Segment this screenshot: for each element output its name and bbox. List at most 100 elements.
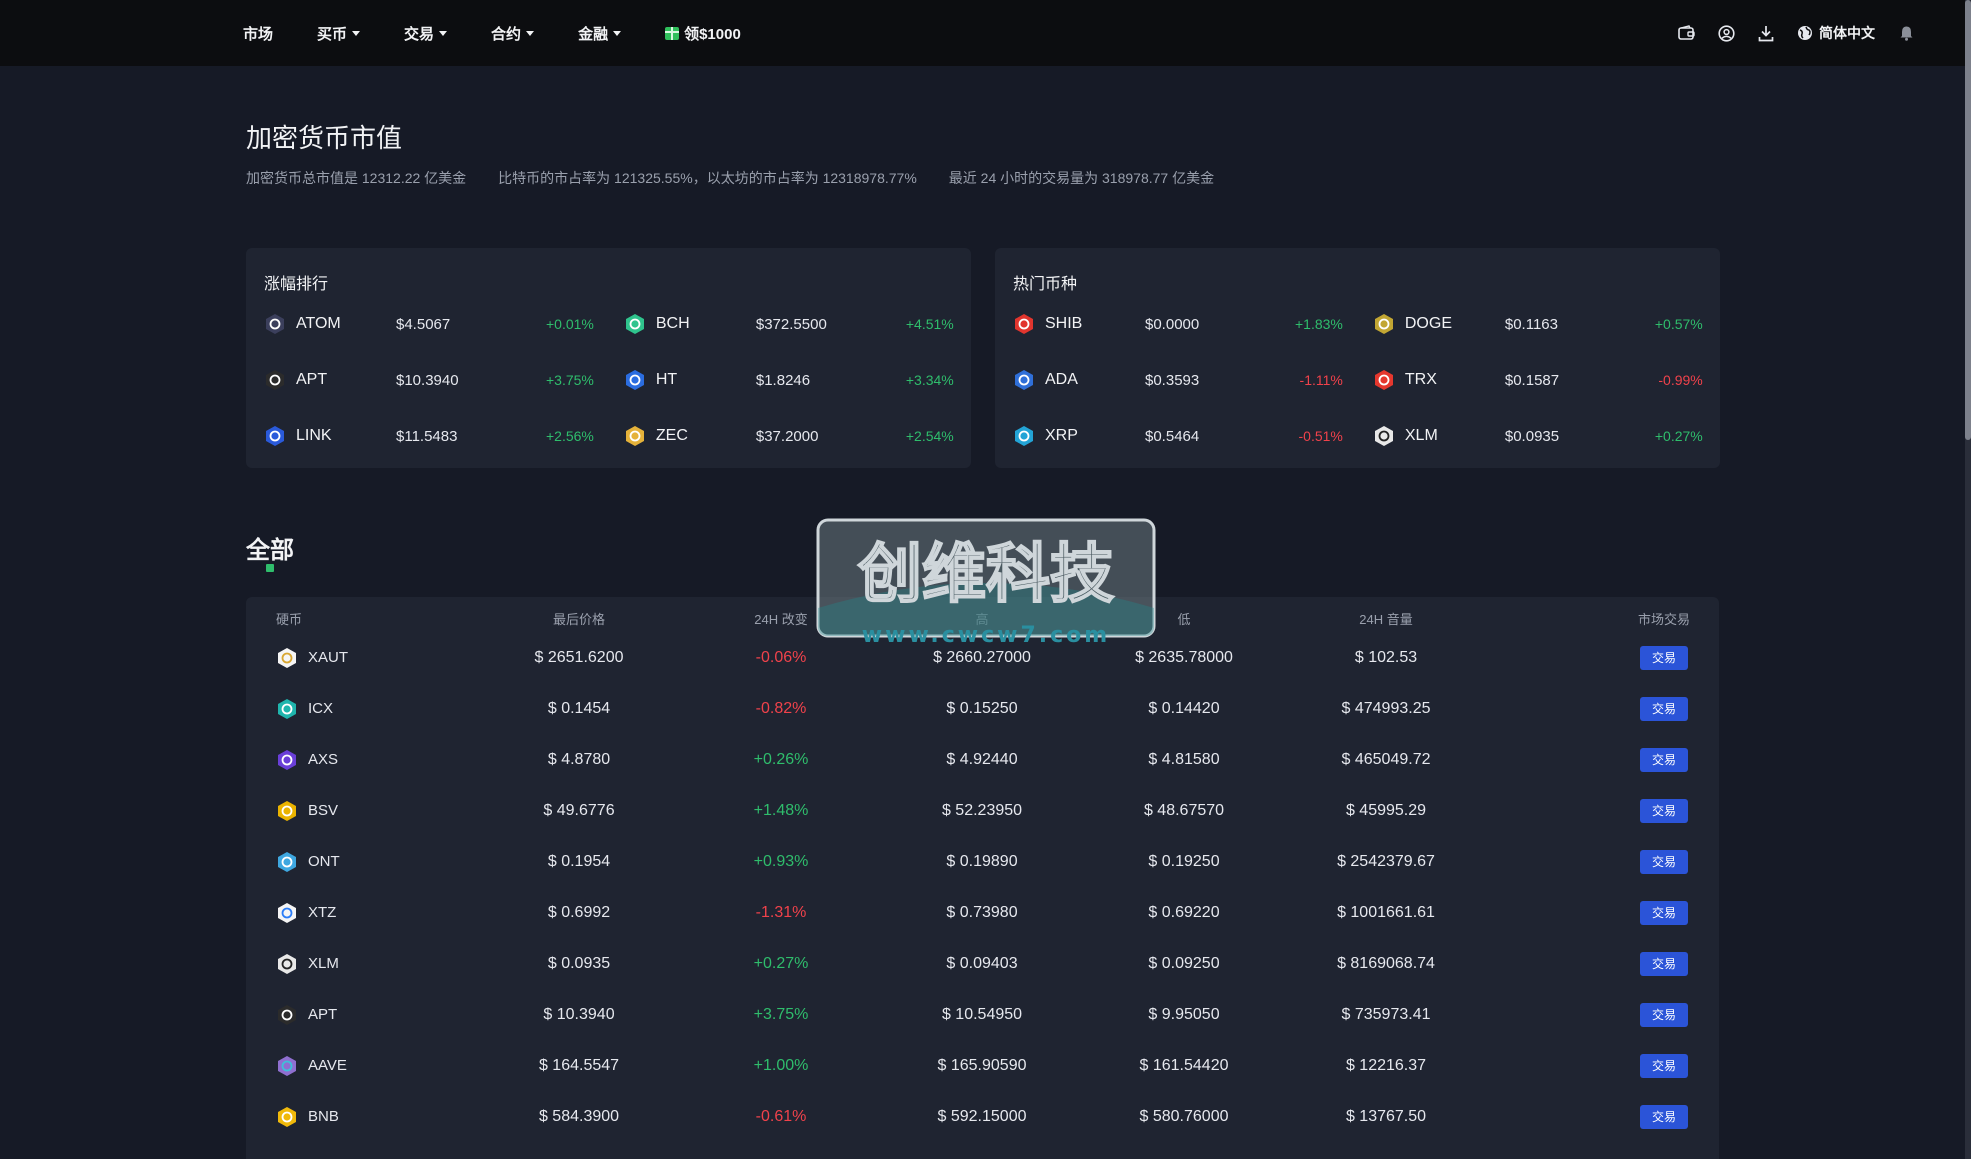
table-row[interactable]: XTZ $ 0.6992 -1.31% $ 0.73980 $ 0.69220 $ 100…	[246, 887, 1719, 938]
coin-row-atom[interactable]: ATOM $4.5067 +0.01%	[264, 296, 594, 352]
nav-item-label: 金融	[578, 25, 609, 43]
wallet-icon[interactable]	[1677, 24, 1695, 42]
coin-row-trx[interactable]: TRX $0.1587 -0.99%	[1373, 352, 1703, 408]
change-cell: +3.75%	[753, 1005, 809, 1023]
volume-cell: $ 1001661.61	[1337, 903, 1435, 921]
table-row[interactable]: BSV $ 49.6776 +1.48% $ 52.23950 $ 48.67570 $ …	[246, 785, 1719, 836]
ht-icon	[624, 369, 646, 391]
col-coin: 硬币	[276, 612, 303, 627]
volume-cell: $ 2542379.67	[1337, 852, 1435, 870]
coin-price: $0.0000	[1145, 315, 1200, 333]
doge-icon	[1373, 313, 1395, 335]
coin-symbol: ONT	[308, 853, 340, 870]
table-row[interactable]: ONT $ 0.1954 +0.93% $ 0.19890 $ 0.19250 $ 254…	[246, 836, 1719, 887]
change-cell: +1.00%	[753, 1056, 809, 1074]
change-cell: +0.26%	[753, 750, 809, 768]
chevron-down-icon	[352, 30, 361, 36]
coin-change: +4.51%	[905, 316, 954, 332]
last-cell: $ 0.6992	[547, 903, 611, 921]
nav-item-buy[interactable]: 买币	[317, 23, 361, 44]
market-stats: 加密货币总市值是 12312.22 亿美金 比特币的市占率为 121325.55…	[246, 168, 1214, 188]
change-cell: +0.93%	[753, 852, 809, 870]
coin-price: $1.8246	[755, 371, 811, 389]
nav-item-market[interactable]: 市场	[243, 23, 273, 44]
coin-row-shib[interactable]: SHIB $0.0000 +1.83%	[1013, 296, 1343, 352]
low-cell: $ 0.69220	[1148, 903, 1220, 921]
coin-row-zec[interactable]: ZEC $37.2000 +2.54%	[624, 408, 954, 464]
low-cell: $ 161.54420	[1139, 1056, 1229, 1074]
coin-row-doge[interactable]: DOGE $0.1163 +0.57%	[1373, 296, 1703, 352]
last-cell: $ 164.5547	[538, 1056, 620, 1074]
table-row[interactable]: AAVE $ 164.5547 +1.00% $ 165.90590 $ 161.544…	[246, 1040, 1719, 1091]
language-selector[interactable]: 简体中文	[1797, 23, 1875, 43]
watermark-logo: 创维科技 www.cwcw7.com	[816, 518, 1156, 646]
high-cell: $ 0.73980	[946, 903, 1018, 921]
aave-icon	[276, 1055, 298, 1077]
high-cell: $ 592.15000	[937, 1107, 1027, 1125]
coin-symbol: XLM	[308, 955, 339, 972]
coin-row-link[interactable]: LINK $11.5483 +2.56%	[264, 408, 594, 464]
coin-row-bch[interactable]: BCH $372.5500 +4.51%	[624, 296, 954, 352]
last-cell: $ 49.6776	[543, 801, 615, 819]
high-cell: $ 0.15250	[946, 699, 1018, 717]
last-cell: $ 0.0935	[547, 954, 611, 972]
bsv-icon	[276, 800, 298, 822]
trade-button[interactable]: 交易	[1640, 747, 1688, 772]
trade-cell: 交易	[1640, 632, 1688, 683]
volume-cell: $ 735973.41	[1341, 1005, 1431, 1023]
coin-row-ht[interactable]: HT $1.8246 +3.34%	[624, 352, 954, 408]
trade-button[interactable]: 交易	[1640, 798, 1688, 823]
coin-price: $372.5500	[755, 315, 827, 333]
bell-icon[interactable]	[1897, 24, 1915, 42]
table-row[interactable]: APT $ 10.3940 +3.75% $ 10.54950 $ 9.95050 $ 7…	[246, 989, 1719, 1040]
scrollbar-thumb[interactable]	[1965, 0, 1971, 440]
nav-item-trade[interactable]: 交易	[404, 23, 448, 44]
volume-cell: $ 102.53	[1354, 648, 1418, 666]
trade-button[interactable]: 交易	[1640, 849, 1688, 874]
table-row[interactable]: AXS $ 4.8780 +0.26% $ 4.92440 $ 4.81580 $ 465…	[246, 734, 1719, 785]
trade-button[interactable]: 交易	[1640, 1002, 1688, 1027]
coin-row-xlm[interactable]: XLM $0.0935 +0.27%	[1373, 408, 1703, 464]
coin-price: $11.5483	[396, 427, 458, 445]
coin-change: +1.83%	[1295, 316, 1343, 332]
coin-row-apt[interactable]: APT $10.3940 +3.75%	[264, 352, 594, 408]
trade-button[interactable]: 交易	[1640, 900, 1688, 925]
download-icon[interactable]	[1757, 24, 1775, 42]
coin-change: +2.56%	[546, 428, 594, 444]
nav-menu: 市场 买币 交易 合约 金融 领$1000	[243, 0, 785, 66]
coin-row-xrp[interactable]: XRP $0.5464 -0.51%	[1013, 408, 1343, 464]
page: 市场 买币 交易 合约 金融 领$1000 简体中文 加密货币市值 加密货币总市…	[0, 0, 1971, 1159]
table-row[interactable]: XLM $ 0.0935 +0.27% $ 0.09403 $ 0.09250 $ 816…	[246, 938, 1719, 989]
trade-button[interactable]: 交易	[1640, 696, 1688, 721]
trade-button[interactable]: 交易	[1640, 951, 1688, 976]
xaut-icon	[276, 647, 298, 669]
user-icon[interactable]	[1717, 24, 1735, 42]
low-cell: $ 580.76000	[1139, 1107, 1229, 1125]
ont-icon	[276, 851, 298, 873]
low-cell: $ 0.09250	[1148, 954, 1220, 972]
coin-price: $0.1163	[1504, 315, 1558, 333]
dominance-stat: 比特币的市占率为 121325.55%，以太坊的市占率为 12318978.77…	[498, 170, 917, 186]
trade-button[interactable]: 交易	[1640, 1104, 1688, 1129]
low-cell: $ 4.81580	[1148, 750, 1220, 768]
apt-icon	[264, 369, 286, 391]
nav-item-promo[interactable]: 领$1000	[665, 23, 741, 44]
table-row[interactable]: ICX $ 0.1454 -0.82% $ 0.15250 $ 0.14420 $ 474…	[246, 683, 1719, 734]
xrp-icon	[1013, 425, 1035, 447]
trade-button[interactable]: 交易	[1640, 645, 1688, 670]
coin-symbol: AAVE	[308, 1057, 347, 1074]
change-cell: -1.31%	[755, 903, 807, 921]
change-cell: -0.61%	[755, 1107, 807, 1125]
xlm-icon	[1373, 425, 1395, 447]
high-cell: $ 4.92440	[946, 750, 1018, 768]
coin-change: -1.11%	[1299, 372, 1343, 388]
coin-symbol: XRP	[1045, 427, 1078, 444]
trade-button[interactable]: 交易	[1640, 1053, 1688, 1078]
col-last-price: 最后价格	[552, 612, 606, 627]
nav-item-contract[interactable]: 合约	[491, 23, 535, 44]
total-market-cap: 加密货币总市值是 12312.22 亿美金	[246, 170, 467, 186]
coin-row-ada[interactable]: ADA $0.3593 -1.11%	[1013, 352, 1343, 408]
table-row[interactable]: BNB $ 584.3900 -0.61% $ 592.15000 $ 580.7600…	[246, 1091, 1719, 1142]
chevron-down-icon	[526, 30, 535, 36]
nav-item-finance[interactable]: 金融	[578, 23, 622, 44]
